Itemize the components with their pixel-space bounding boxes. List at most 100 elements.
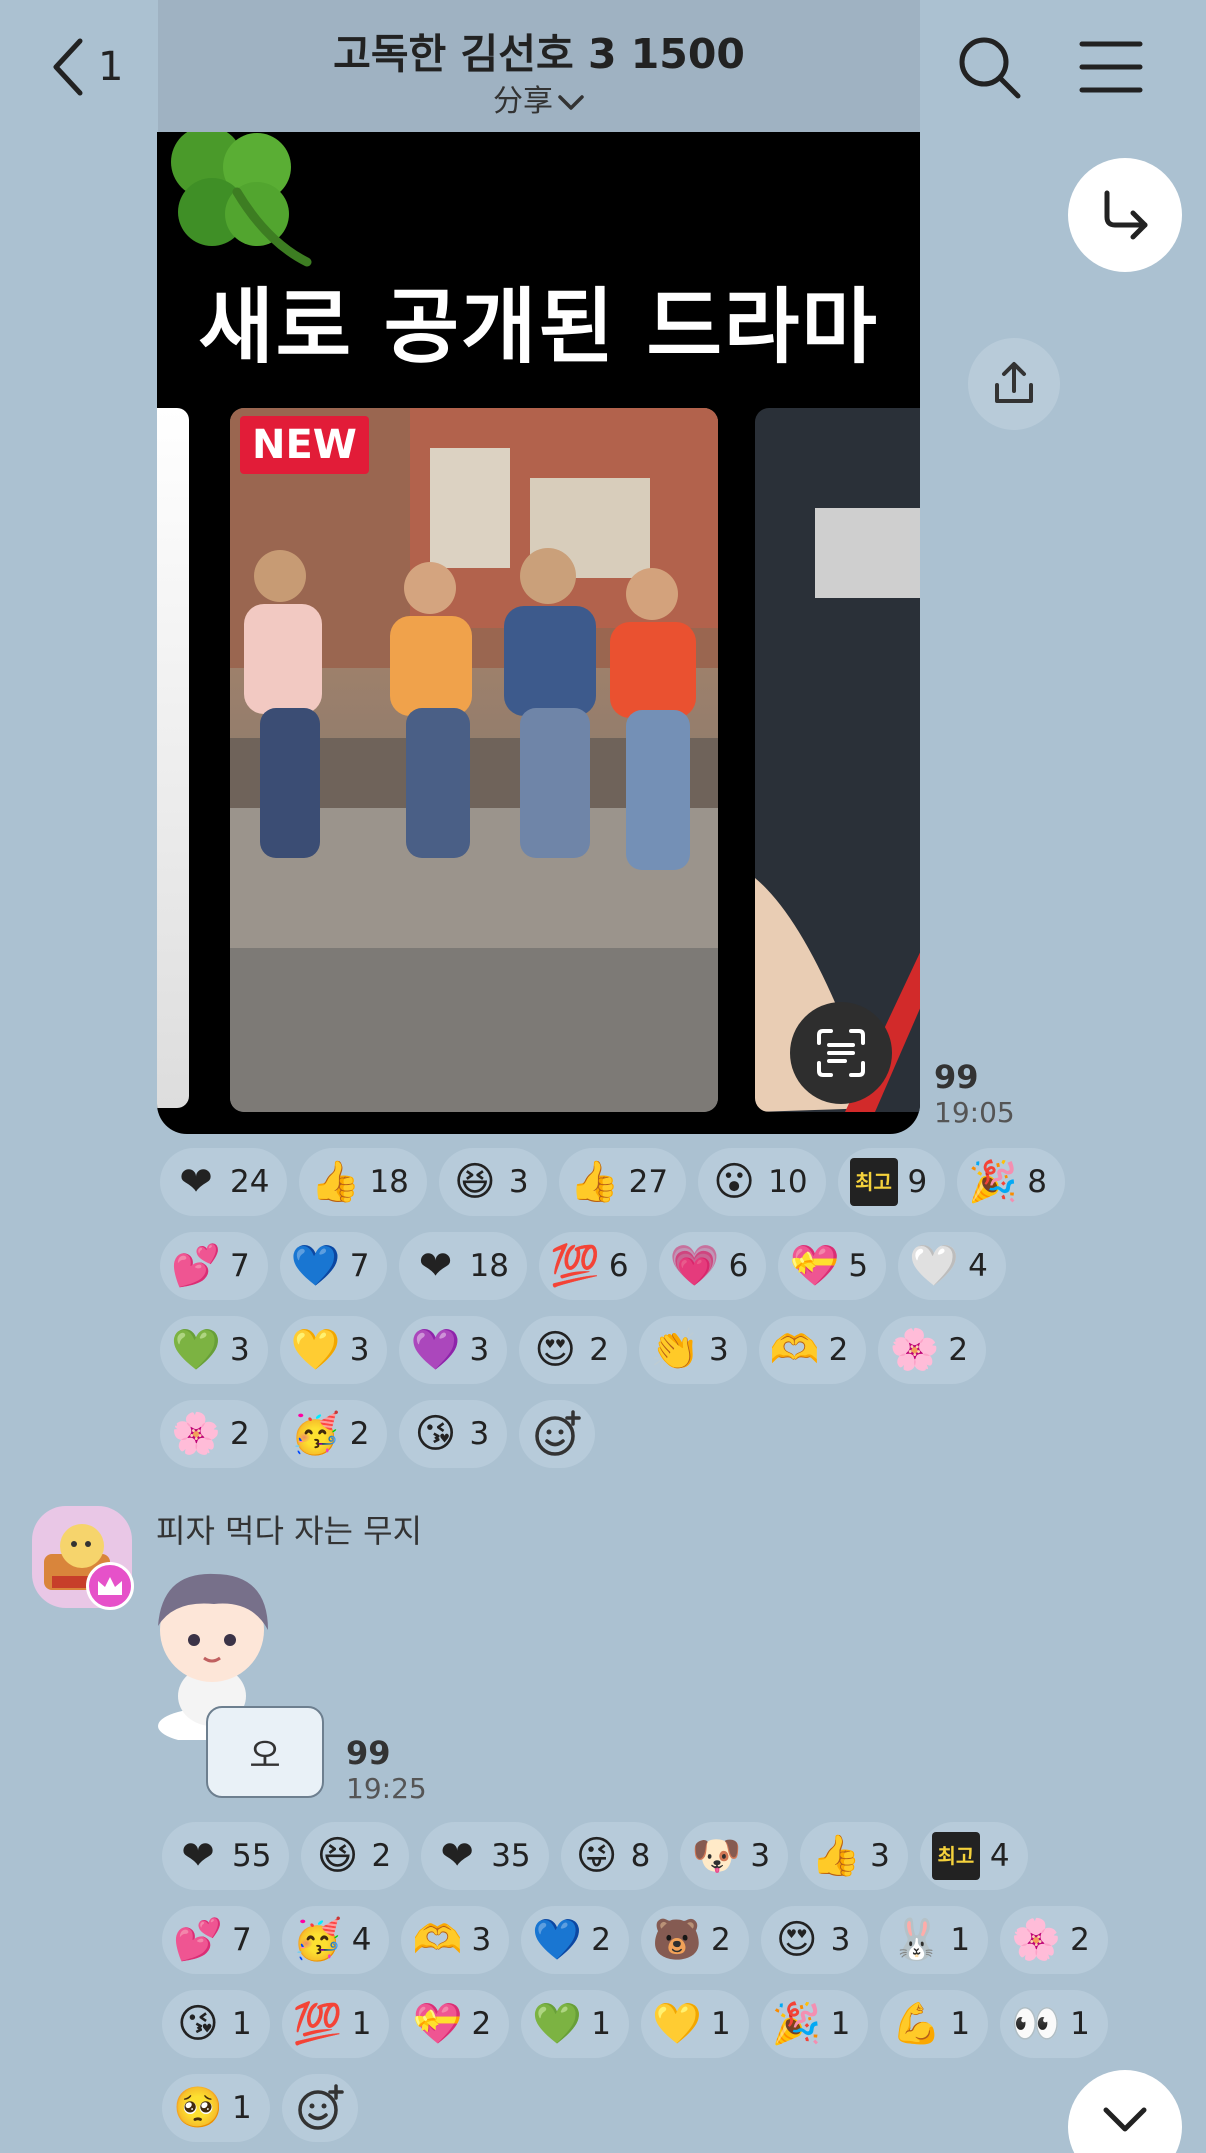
back-button[interactable]: 1 bbox=[50, 34, 140, 100]
reaction-chip[interactable]: 🥳 2 bbox=[279, 1400, 388, 1468]
reaction-chip[interactable]: 💪 1 bbox=[880, 1990, 989, 2058]
reaction-chip[interactable]: ❤ 18 bbox=[399, 1232, 527, 1300]
reaction-chip[interactable]: 🎉 8 bbox=[957, 1148, 1066, 1216]
image-message[interactable]: 새로 공개된 드라마 NEW bbox=[157, 132, 920, 1134]
reaction-count: 2 bbox=[471, 2006, 492, 2042]
reaction-chip[interactable]: 👍 18 bbox=[299, 1148, 427, 1216]
hundred-icon: 💯 bbox=[550, 1243, 600, 1289]
pink-flower-icon: 🌸 bbox=[1011, 1917, 1062, 1963]
add-reaction-button[interactable] bbox=[281, 2074, 358, 2142]
reaction-chip[interactable]: 😮 10 bbox=[698, 1148, 826, 1216]
poster-left-edge bbox=[157, 408, 189, 1108]
pink-flower-icon: 🌸 bbox=[171, 1411, 221, 1457]
reaction-chip[interactable]: 🫶 2 bbox=[758, 1316, 867, 1384]
heart-bouquet-icon: 💝 bbox=[412, 2001, 463, 2047]
reaction-count: 2 bbox=[1070, 1922, 1090, 1958]
new-badge: NEW bbox=[240, 416, 369, 474]
red-heart-icon: ❤ bbox=[440, 1833, 474, 1879]
reaction-count: 27 bbox=[628, 1164, 669, 1200]
reaction-chip[interactable]: 💛 3 bbox=[279, 1316, 388, 1384]
reaction-chip[interactable]: ❤ 24 bbox=[160, 1148, 288, 1216]
winking-face-icon: 😜 bbox=[575, 1833, 618, 1879]
reaction-chip[interactable]: 최고 9 bbox=[837, 1148, 946, 1216]
reaction-chip[interactable]: 🫶 3 bbox=[401, 1906, 510, 1974]
reaction-count: 3 bbox=[750, 1838, 771, 1874]
reaction-count: 4 bbox=[351, 1922, 372, 1958]
reaction-chip[interactable]: 🌸 2 bbox=[1000, 1906, 1108, 1974]
reaction-chip[interactable]: 👍 27 bbox=[558, 1148, 687, 1216]
reaction-count: 7 bbox=[232, 1922, 252, 1958]
reaction-chip[interactable]: 😘 1 bbox=[162, 1990, 270, 2058]
reaction-count: 1 bbox=[351, 2006, 372, 2042]
yellow-heart-icon: 💛 bbox=[652, 2001, 702, 2047]
reaction-chip[interactable]: 🐻 2 bbox=[640, 1906, 749, 1974]
reaction-count: 2 bbox=[710, 1922, 731, 1958]
small-hearts-icon: 💕 bbox=[171, 1243, 221, 1289]
reaction-chip[interactable]: 🥳 4 bbox=[281, 1906, 390, 1974]
heart-circle-icon: ❤ bbox=[181, 1833, 215, 1879]
reaction-chip[interactable]: 💙 7 bbox=[279, 1232, 388, 1300]
share-dropdown[interactable]: 分享 bbox=[158, 76, 920, 120]
reaction-chip[interactable]: 😆 3 bbox=[438, 1148, 547, 1216]
reaction-count: 7 bbox=[230, 1248, 250, 1284]
reaction-chip[interactable]: 💝 5 bbox=[778, 1232, 887, 1300]
reaction-chip[interactable]: 💚 1 bbox=[521, 1990, 629, 2058]
reaction-chip[interactable]: 👍 3 bbox=[800, 1822, 908, 1890]
chevron-down-icon bbox=[1103, 2107, 1147, 2132]
reaction-chip[interactable]: 💯 1 bbox=[281, 1990, 390, 2058]
reaction-chip[interactable]: 💕 7 bbox=[162, 1906, 270, 1974]
reaction-chip[interactable]: 🎉 1 bbox=[760, 1990, 869, 2058]
reaction-chip[interactable]: 🐰 1 bbox=[880, 1906, 989, 1974]
search-button[interactable] bbox=[956, 34, 1022, 100]
scan-text-icon bbox=[817, 1029, 865, 1077]
add-emoji-icon bbox=[296, 2084, 344, 2132]
reaction-count: 8 bbox=[1027, 1164, 1048, 1200]
reaction-chip[interactable]: 💜 3 bbox=[399, 1316, 508, 1384]
best-sticker-icon: 최고 bbox=[931, 1832, 980, 1880]
chat-header: 1 고독한 김선호 3 1500 分享 bbox=[0, 0, 1206, 132]
reaction-chip[interactable]: 😜 8 bbox=[560, 1822, 669, 1890]
reaction-chip[interactable]: 🥺 1 bbox=[162, 2074, 270, 2142]
reaction-chip[interactable]: 💗 6 bbox=[658, 1232, 767, 1300]
reaction-chip[interactable]: 😍 3 bbox=[760, 1906, 869, 1974]
party-face-icon: 🥳 bbox=[292, 1917, 343, 1963]
reaction-chip[interactable]: 😘 3 bbox=[399, 1400, 508, 1468]
reaction-count: 2 bbox=[828, 1332, 849, 1368]
reaction-chip[interactable]: 💙 2 bbox=[521, 1906, 629, 1974]
reaction-chip[interactable]: 💯 6 bbox=[538, 1232, 647, 1300]
drama-poster: NEW bbox=[230, 408, 718, 1112]
menu-button[interactable] bbox=[1078, 34, 1144, 100]
chevron-down-icon bbox=[558, 94, 584, 110]
reaction-count: 7 bbox=[349, 1248, 370, 1284]
sender-avatar[interactable] bbox=[32, 1506, 134, 1610]
character-sticker-icon: 🐰 bbox=[891, 1917, 942, 1963]
reaction-chip[interactable]: ❤ 35 bbox=[421, 1822, 549, 1890]
forward-button[interactable] bbox=[1068, 158, 1182, 272]
reaction-chip[interactable]: 👀 1 bbox=[1000, 1990, 1108, 2058]
reaction-chip[interactable]: 💛 1 bbox=[640, 1990, 749, 2058]
pink-flower-icon: 🌸 bbox=[889, 1327, 940, 1373]
reaction-chip[interactable]: 최고 4 bbox=[919, 1822, 1028, 1890]
share-button[interactable] bbox=[968, 338, 1060, 430]
reaction-count: 3 bbox=[830, 1922, 851, 1958]
reaction-chip[interactable]: 👏 3 bbox=[638, 1316, 747, 1384]
reaction-chip[interactable]: 🌸 2 bbox=[160, 1400, 268, 1468]
heart-eyes-icon: 😍 bbox=[775, 1917, 818, 1963]
reaction-chip[interactable]: 💝 2 bbox=[401, 1990, 510, 2058]
reaction-chip[interactable]: 🐶 3 bbox=[680, 1822, 789, 1890]
add-reaction-button[interactable] bbox=[519, 1400, 596, 1468]
reaction-chip[interactable]: 💚 3 bbox=[160, 1316, 268, 1384]
reaction-chip[interactable]: 🤍 4 bbox=[898, 1232, 1006, 1300]
reaction-chip[interactable]: ❤ 55 bbox=[162, 1822, 290, 1890]
reaction-count: 2 bbox=[349, 1416, 370, 1452]
reaction-chip[interactable]: 💕 7 bbox=[160, 1232, 268, 1300]
chat-title-area[interactable]: 고독한 김선호 3 1500 分享 bbox=[158, 0, 920, 132]
reaction-count: 1 bbox=[830, 2006, 851, 2042]
reaction-count: 1 bbox=[232, 2090, 252, 2126]
reaction-chip[interactable]: 😆 2 bbox=[301, 1822, 410, 1890]
reaction-chip[interactable]: 🌸 2 bbox=[878, 1316, 987, 1384]
reaction-chip[interactable]: 😍 2 bbox=[519, 1316, 627, 1384]
message-time: 19:05 bbox=[934, 1096, 1015, 1129]
text-scan-button[interactable] bbox=[790, 1002, 892, 1104]
reaction-count: 3 bbox=[469, 1416, 490, 1452]
